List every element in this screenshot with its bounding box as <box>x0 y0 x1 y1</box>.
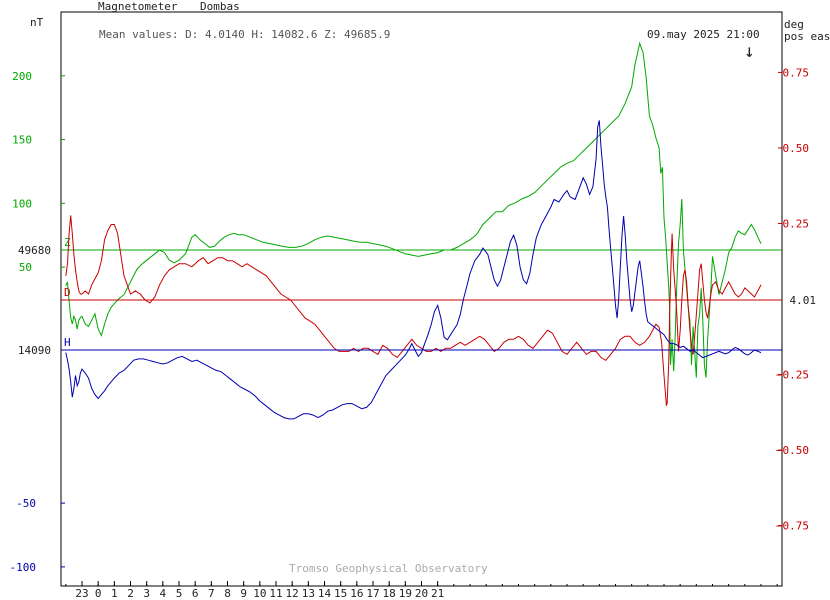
series-line-z <box>65 41 762 378</box>
x-tick-label: 6 <box>192 587 199 600</box>
right-tick-label: −0.50 <box>776 444 809 457</box>
x-tick-label: 12 <box>286 587 299 600</box>
station-name: Dombas <box>200 0 240 13</box>
x-tick-label: 5 <box>176 587 183 600</box>
x-tick-label: 23 <box>75 587 88 600</box>
right-unit-label-pos-east: pos east <box>784 30 830 43</box>
baseline-letter-z: Z <box>64 236 71 249</box>
right-tick-label: 0.25 <box>783 217 810 230</box>
h-baseline-value: 14090 <box>18 344 51 357</box>
mean-values-text: Mean values: D: 4.0140 H: 14082.6 Z: 496… <box>99 28 391 41</box>
left-unit-label: nT <box>30 16 44 29</box>
x-tick-label: 20 <box>415 587 428 600</box>
left-tick-label: -100 <box>10 561 37 574</box>
left-tick-label: 50 <box>19 261 32 274</box>
right-tick-label: −0.25 <box>776 369 809 382</box>
x-tick-label: 11 <box>269 587 282 600</box>
left-tick-label: 200 <box>12 70 32 83</box>
x-tick-label: 8 <box>224 587 231 600</box>
baseline-letter-h: H <box>64 336 71 349</box>
instrument-title: Magnetometer <box>98 0 178 13</box>
x-tick-label: 7 <box>208 587 215 600</box>
x-tick-label: 0 <box>95 587 102 600</box>
x-tick-label: 9 <box>240 587 247 600</box>
x-tick-label: 18 <box>383 587 396 600</box>
x-tick-label: 17 <box>366 587 379 600</box>
x-tick-label: 4 <box>160 587 167 600</box>
right-tick-label: 0.75 <box>783 66 810 79</box>
plot-frame <box>60 11 783 587</box>
footer-credit: Tromso Geophysical Observatory <box>289 562 488 575</box>
left-tick-label: 150 <box>12 134 32 147</box>
left-tick-label: -50 <box>16 497 36 510</box>
x-tick-label: 2 <box>127 587 134 600</box>
left-tick-label: 100 <box>12 197 32 210</box>
d-baseline-value: 4.01 <box>790 294 817 307</box>
x-tick-label: 1 <box>111 587 118 600</box>
x-tick-label: 10 <box>253 587 266 600</box>
x-tick-label: 13 <box>302 587 315 600</box>
x-tick-label: 16 <box>350 587 363 600</box>
magnetometer-chart: 23 0 1 2 3 4 5 6 7 8 9 10 11 12 13 14 15 16 17 18 19 20 212001… <box>10 11 817 600</box>
z-baseline-value: 49680 <box>18 244 51 257</box>
x-tick-label: 19 <box>399 587 412 600</box>
x-tick-label: 15 <box>334 587 347 600</box>
x-tick-label: 3 <box>143 587 150 600</box>
baseline-letter-d: D <box>64 286 71 299</box>
x-tick-label: 21 <box>431 587 444 600</box>
x-tick-label: 14 <box>318 587 332 600</box>
right-tick-label: −0.75 <box>776 520 809 533</box>
series-line-d <box>65 215 762 406</box>
right-tick-label: 0.50 <box>783 142 810 155</box>
timestamp-label: 09.may 2025 21:00 <box>647 28 760 41</box>
down-arrow-icon: ↓ <box>744 41 755 62</box>
